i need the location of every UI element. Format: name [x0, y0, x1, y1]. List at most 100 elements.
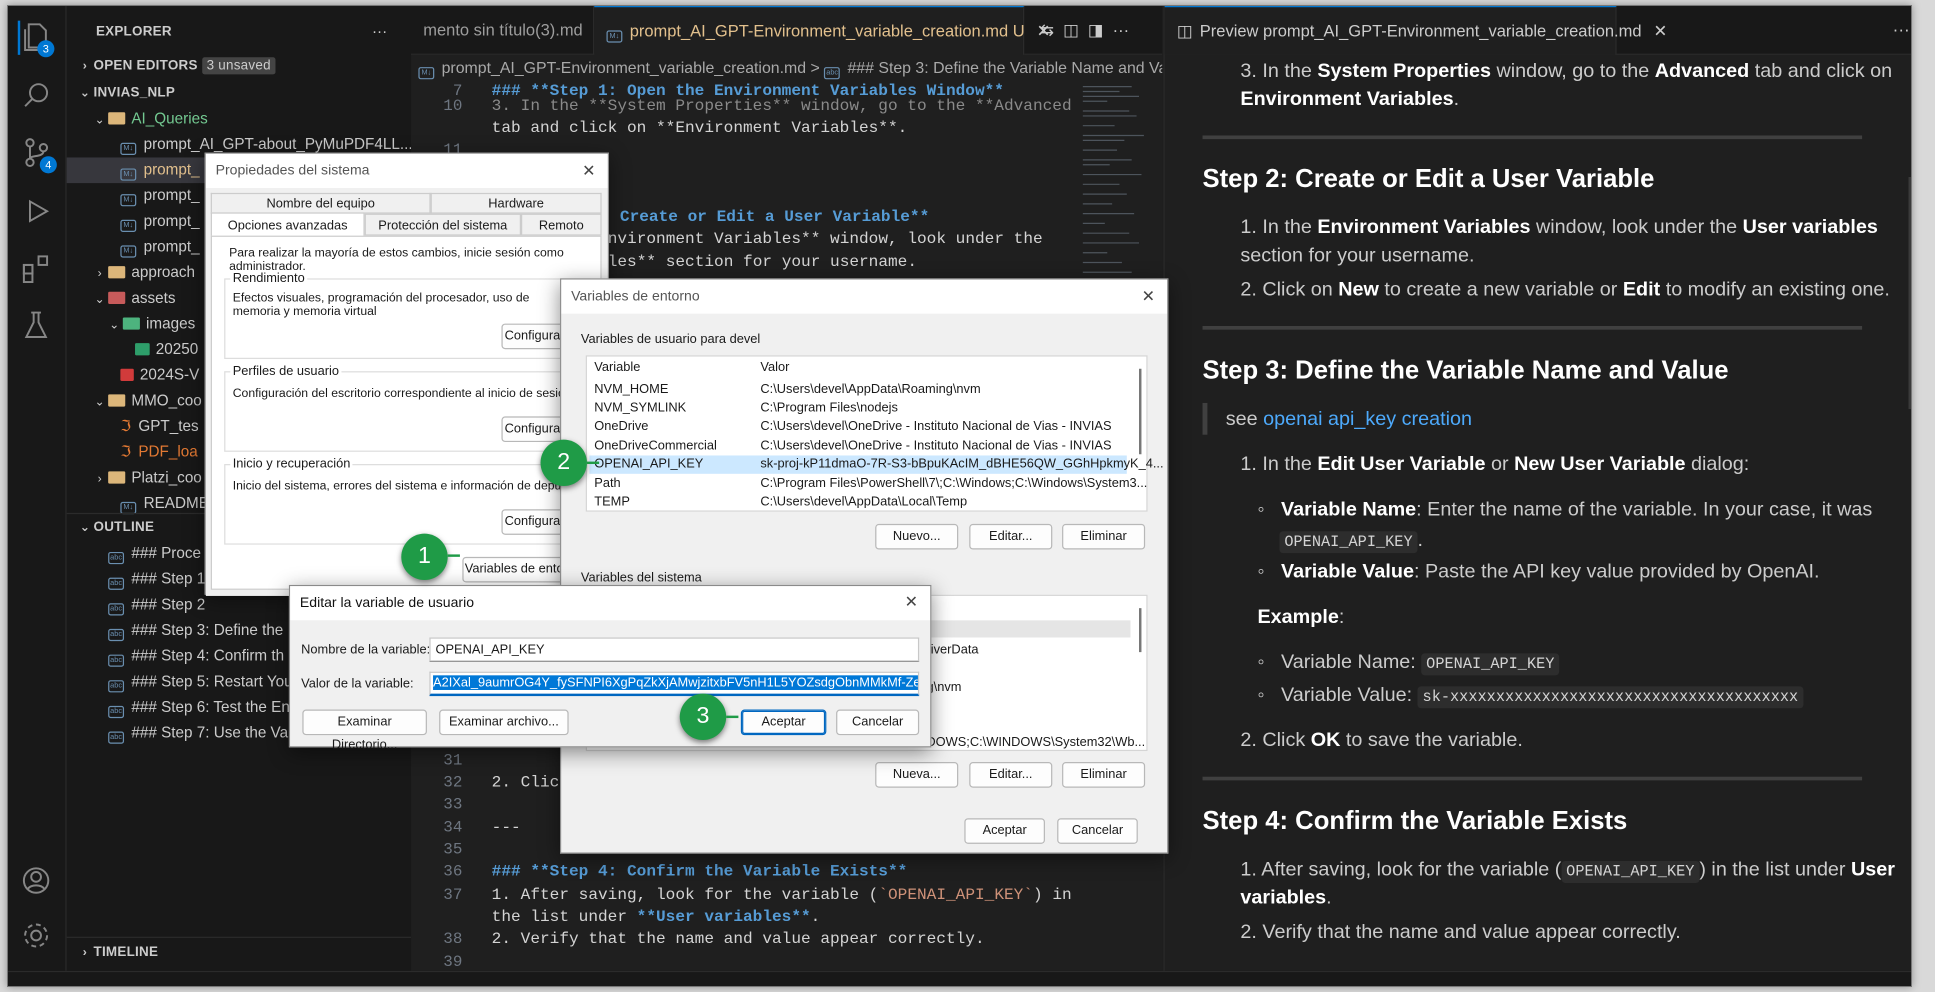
tab-system-protection[interactable]: Protección del sistema: [364, 213, 521, 236]
browse-directory-button[interactable]: Examinar Directorio...: [302, 709, 427, 752]
file-item[interactable]: M↓ prompt_: [120, 234, 200, 260]
breadcrumb-section[interactable]: ### Step 3: Define the Variable Name and…: [847, 59, 1162, 77]
outline-item[interactable]: abc ### Step 1: [108, 567, 205, 593]
outline-item[interactable]: abc ### Step 5: Restart You: [108, 669, 293, 695]
table-row[interactable]: NVM_HOME C:\Users\devel\AppData\Roaming\n…: [589, 381, 1126, 399]
scrollbar[interactable]: [1139, 608, 1142, 653]
tab-untitled[interactable]: mento sin título(3).md: [411, 6, 595, 55]
file-item[interactable]: 20250: [135, 337, 198, 363]
breadcrumb-file[interactable]: prompt_AI_GPT-Environment_variable_creat…: [442, 59, 807, 77]
file-item[interactable]: ℑ GPT_tes: [120, 414, 198, 440]
more-icon[interactable]: ···: [1893, 19, 1910, 39]
tab-row-2: Opciones avanzadas Protección del sistem…: [210, 212, 602, 237]
tab-hardware[interactable]: Hardware: [430, 192, 602, 214]
search-icon[interactable]: [20, 79, 54, 113]
code-bold: **User variables**: [636, 907, 811, 926]
tab-computer-name[interactable]: Nombre del equipo: [210, 192, 431, 214]
outline-header[interactable]: ⌄ OUTLINE: [76, 515, 154, 541]
table-row[interactable]: OneDriveCommercial C:\Users\devel\OneDriv…: [589, 437, 1126, 455]
line-number: 39: [443, 952, 463, 971]
env-cancel-button[interactable]: Cancelar: [1057, 818, 1138, 844]
folder-ai-queries[interactable]: ⌄ AI_Queries: [91, 106, 207, 132]
user-delete-button[interactable]: Eliminar: [1062, 523, 1146, 550]
file-item[interactable]: 2024S-V: [120, 363, 199, 389]
table-row[interactable]: TEMP C:\Users\devel\AppData\Local\Temp: [589, 493, 1126, 510]
user-edit-button[interactable]: Editar...: [969, 523, 1053, 550]
outline-item[interactable]: abc ### Step 2: [108, 592, 205, 618]
browse-file-button[interactable]: Examinar archivo...: [439, 709, 569, 736]
tab-active[interactable]: M↓ prompt_AI_GPT-Environment_variable_cre…: [594, 6, 1050, 55]
workspace-label: INVIAS_NLP: [93, 85, 176, 101]
text-span: Edit: [1622, 278, 1661, 301]
openai-api-key-link[interactable]: openai api_key creation: [1263, 408, 1472, 430]
explorer-icon[interactable]: 3: [17, 20, 55, 58]
tab-remote[interactable]: Remoto: [520, 213, 602, 236]
tab-preview[interactable]: ◫ Preview prompt_AI_GPT-Environment_varia…: [1164, 6, 1667, 55]
variable-value-input[interactable]: A2IXal_9aumrOG4Y_fySFNPI6XgPqZkXjAMwjzit…: [429, 671, 920, 697]
extensions-icon[interactable]: [20, 253, 54, 287]
heading-icon: abc: [108, 654, 125, 667]
close-icon[interactable]: ✕: [1142, 287, 1155, 307]
outline-item[interactable]: abc ### Step 6: Test the En: [108, 695, 290, 721]
code-line: les** section for your username.: [607, 252, 918, 272]
variable-name-input[interactable]: OPENAI_API_KEY: [429, 637, 920, 662]
outline-item[interactable]: abc ### Proce: [108, 541, 201, 567]
folder-item[interactable]: › Platzi_coo: [91, 465, 202, 491]
timeline-header[interactable]: › TIMELINE: [76, 940, 158, 966]
testing-icon[interactable]: [20, 309, 54, 343]
text-span: dialog:: [1685, 453, 1750, 476]
split-editor-icon[interactable]: ◨: [1088, 21, 1104, 39]
text-span: 2. Click: [1240, 729, 1311, 752]
open-preview-icon[interactable]: ◫: [1063, 21, 1079, 39]
code-line: the list under **User variables**.: [492, 907, 821, 925]
text-span: User: [1851, 858, 1895, 881]
outline-item[interactable]: abc ### Step 7: Use the Va: [108, 721, 288, 747]
workspace-header[interactable]: ⌄ INVIAS_NLP: [76, 81, 175, 107]
source-control-icon[interactable]: 4: [20, 137, 57, 174]
table-row[interactable]: Path C:\Program Files\PowerShell\7\;C:\Wi…: [589, 475, 1147, 493]
system-edit-button[interactable]: Editar...: [969, 762, 1053, 788]
list-item-cont: Environment Variables.: [1240, 87, 1460, 110]
system-new-button[interactable]: Nueva...: [875, 762, 959, 788]
folder-item[interactable]: › approach: [91, 260, 195, 286]
table-row[interactable]: OneDrive C:\Users\devel\OneDrive - Instit…: [589, 418, 1126, 436]
open-editors-header[interactable]: › OPEN EDITORS 3 unsaved: [76, 54, 276, 80]
settings-gear-icon[interactable]: [20, 920, 54, 954]
folder-item[interactable]: ⌄ MMO_coo: [91, 388, 201, 414]
text-span: window, look under the: [1530, 216, 1743, 239]
more-actions-icon[interactable]: ···: [372, 19, 387, 45]
file-label: PDF_loa: [138, 443, 198, 461]
file-label: prompt_: [143, 212, 200, 230]
close-icon[interactable]: ✕: [582, 161, 595, 181]
more-icon[interactable]: ···: [1113, 21, 1129, 39]
system-delete-button[interactable]: Eliminar: [1062, 762, 1146, 788]
file-item[interactable]: ℑ PDF_loa: [120, 440, 197, 466]
image-file-icon: [135, 343, 150, 356]
list-item: 3. In the System Properties window, go t…: [1240, 57, 1892, 85]
text-span: Variable Value:: [1280, 683, 1418, 706]
folder-assets[interactable]: ⌄ assets: [91, 286, 175, 312]
compare-icon[interactable]: ⇆: [1040, 21, 1054, 39]
close-icon[interactable]: ✕: [1653, 22, 1667, 40]
scrollbar[interactable]: [1139, 368, 1142, 455]
edit-cancel-button[interactable]: Cancelar: [836, 709, 920, 736]
account-icon[interactable]: [20, 865, 54, 899]
tab-advanced[interactable]: Opciones avanzadas: [210, 212, 365, 237]
user-variables-table[interactable]: Variable Valor NVM_HOME C:\Users\devel\App…: [585, 355, 1164, 512]
folder-images[interactable]: ⌄ images: [106, 311, 195, 337]
user-new-button[interactable]: Nuevo...: [875, 523, 959, 550]
run-debug-icon[interactable]: [20, 195, 54, 229]
table-row[interactable]: NVM_SYMLINK C:\Program Files\nodejs: [589, 399, 1126, 417]
folder-icon: [122, 317, 140, 330]
outline-item[interactable]: abc ### Step 3: Define the: [108, 618, 283, 644]
scrollbar[interactable]: [1908, 176, 1911, 410]
file-item[interactable]: M↓ prompt_: [120, 209, 200, 235]
code-line: 2. Click: [491, 773, 570, 792]
text-span: NVM_HOME: [594, 382, 669, 397]
env-ok-button[interactable]: Aceptar: [964, 818, 1045, 844]
outline-item[interactable]: abc ### Step 4: Confirm th: [108, 644, 284, 670]
close-icon[interactable]: ✕: [905, 592, 918, 612]
table-row-selected[interactable]: OPENAI_API_KEY sk-proj-kP11dmaO-7R-S3-bBp…: [589, 455, 1164, 474]
edit-ok-button[interactable]: Aceptar: [740, 709, 827, 736]
file-item[interactable]: M↓ prompt_: [120, 183, 200, 209]
